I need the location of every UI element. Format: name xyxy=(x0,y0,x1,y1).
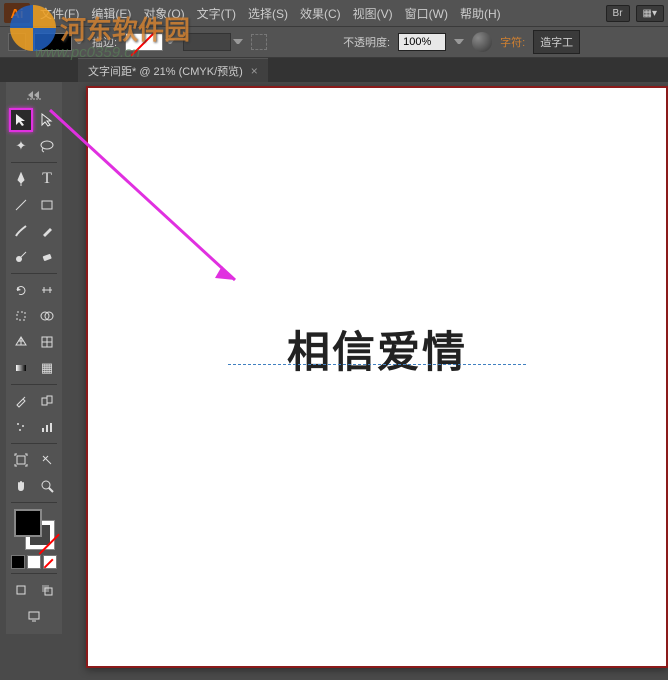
document-tabbar: 文字间距* @ 21% (CMYK/预览) × xyxy=(0,58,668,82)
blob-brush-tool[interactable] xyxy=(9,245,33,269)
magic-wand-tool[interactable]: ✦ xyxy=(9,134,33,158)
eraser-tool[interactable] xyxy=(35,245,59,269)
artboard[interactable]: 相信爱情 xyxy=(86,86,668,668)
panel-grip-icon[interactable] xyxy=(9,98,59,104)
bridge-button[interactable]: Br xyxy=(606,5,630,22)
rotate-tool[interactable] xyxy=(9,278,33,302)
none-mode-icon[interactable] xyxy=(43,555,57,569)
canvas-area[interactable]: 相信爱情 xyxy=(78,82,668,680)
panel-collapse-icon[interactable] xyxy=(28,86,40,94)
shape-builder-tool[interactable] xyxy=(35,304,59,328)
close-icon[interactable]: × xyxy=(251,64,258,78)
document-tab[interactable]: 文字间距* @ 21% (CMYK/预览) × xyxy=(78,58,268,83)
free-transform-tool[interactable] xyxy=(9,304,33,328)
paintbrush-tool[interactable] xyxy=(9,219,33,243)
perspective-grid-tool[interactable] xyxy=(9,330,33,354)
stroke-dropdown-icon[interactable] xyxy=(165,39,175,45)
watermark-url: www.pc0359.cn xyxy=(35,44,140,61)
menu-view[interactable]: 视图(V) xyxy=(347,2,399,25)
gradient-tool[interactable] xyxy=(9,356,33,380)
tools-panel: ✦ T ▦ xyxy=(6,82,62,634)
menu-type[interactable]: 文字(T) xyxy=(191,2,242,25)
text-baseline-indicator xyxy=(228,364,526,365)
menu-effect[interactable]: 效果(C) xyxy=(294,2,347,25)
eyedropper-tool-alt[interactable]: ▦ xyxy=(35,356,59,380)
draw-normal-icon[interactable] xyxy=(9,578,33,602)
canvas-text-object[interactable]: 相信爱情 xyxy=(287,318,467,380)
opacity-dropdown-icon[interactable] xyxy=(454,39,464,45)
mesh-tool[interactable] xyxy=(35,330,59,354)
tab-title: 文字间距* @ 21% (CMYK/预览) xyxy=(88,63,243,79)
draw-behind-icon[interactable] xyxy=(35,578,59,602)
menu-select[interactable]: 选择(S) xyxy=(242,2,294,25)
width-tool[interactable] xyxy=(35,278,59,302)
font-family-button[interactable]: 造字工 xyxy=(533,30,580,54)
menu-window[interactable]: 窗口(W) xyxy=(399,2,454,25)
color-mode-icon[interactable] xyxy=(11,555,25,569)
selection-tool[interactable] xyxy=(9,108,33,132)
menubar: Ai 文件(F) 编辑(E) 对象(O) 文字(T) 选择(S) 效果(C) 视… xyxy=(0,0,668,26)
opacity-input[interactable] xyxy=(398,33,446,51)
menu-help[interactable]: 帮助(H) xyxy=(454,2,507,25)
gradient-mode-icon[interactable] xyxy=(27,555,41,569)
direct-selection-tool[interactable] xyxy=(35,108,59,132)
stroke-weight-dropdown-icon[interactable] xyxy=(233,39,243,45)
stroke-weight-input[interactable] xyxy=(183,33,231,51)
line-tool[interactable] xyxy=(9,193,33,217)
type-tool[interactable]: T xyxy=(35,167,59,191)
menu-object[interactable]: 对象(O) xyxy=(137,2,190,25)
lasso-tool[interactable] xyxy=(35,134,59,158)
fill-color-icon[interactable] xyxy=(14,509,42,537)
opacity-label: 不透明度: xyxy=(343,34,390,50)
character-label: 字符: xyxy=(500,34,525,50)
stroke-variable-icon[interactable] xyxy=(251,34,267,50)
symbol-sprayer-tool[interactable] xyxy=(9,415,33,439)
rectangle-tool[interactable] xyxy=(35,193,59,217)
fill-stroke-control[interactable] xyxy=(14,509,54,549)
pencil-tool[interactable] xyxy=(35,219,59,243)
layout-button[interactable]: ▦▾ xyxy=(636,5,664,22)
eyedropper-tool[interactable] xyxy=(9,389,33,413)
artboard-tool[interactable] xyxy=(9,448,33,472)
no-selection-icon xyxy=(8,33,26,51)
column-graph-tool[interactable] xyxy=(35,415,59,439)
hand-tool[interactable] xyxy=(9,474,33,498)
zoom-tool[interactable] xyxy=(35,474,59,498)
pen-tool[interactable] xyxy=(9,167,33,191)
menu-edit[interactable]: 编辑(E) xyxy=(85,2,137,25)
blend-tool[interactable] xyxy=(35,389,59,413)
graphic-style-icon[interactable] xyxy=(472,32,492,52)
app-logo: Ai xyxy=(4,3,30,23)
menu-file[interactable]: 文件(F) xyxy=(34,2,85,25)
slice-tool[interactable] xyxy=(35,448,59,472)
screen-mode-icon[interactable] xyxy=(22,604,46,628)
